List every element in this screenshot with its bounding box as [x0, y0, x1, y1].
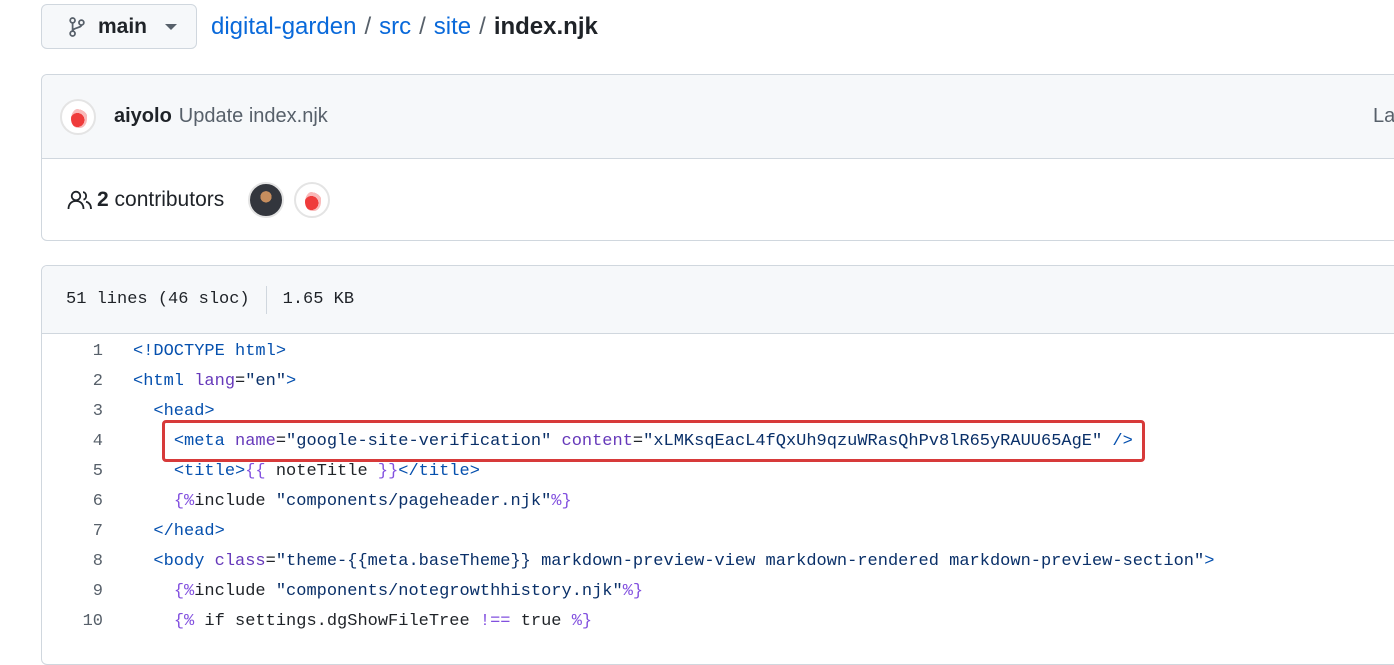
breadcrumb-separator: / [364, 12, 372, 40]
file-size: 1.65 KB [282, 290, 355, 309]
git-branch-icon [69, 16, 85, 37]
avatar[interactable] [248, 182, 285, 218]
code-text: <html lang="en"> [133, 371, 297, 391]
code-text: {%include "components/pageheader.njk"%} [173, 491, 572, 511]
chevron-down-icon [165, 23, 178, 30]
contributor-avatars [248, 182, 331, 218]
contributors-label: contributors [114, 188, 225, 211]
code-line: 1 <!DOCTYPE html> [42, 336, 1394, 366]
line-number[interactable]: 4 [42, 432, 133, 451]
commit-author-link[interactable]: aiyolo [114, 105, 172, 128]
avatar[interactable] [294, 182, 331, 218]
latest-commit-row: aiyolo Update index.njk La [42, 75, 1394, 159]
breadcrumb-separator: / [419, 12, 426, 40]
branch-select-button[interactable]: main [41, 4, 197, 49]
contributors-link[interactable]: 2 contributors [97, 188, 224, 212]
code-text: </head> [153, 521, 225, 541]
line-number[interactable]: 10 [42, 612, 133, 631]
code-line: 10 {% if settings.dgShowFileTree !== tru… [42, 606, 1394, 636]
code-text: <!DOCTYPE html> [133, 341, 287, 361]
contributors-row: 2 contributors [42, 159, 1394, 241]
file-info-header: 51 lines (46 sloc) 1.65 KB [42, 266, 1394, 334]
contributors-count: 2 [97, 188, 109, 211]
divider [265, 285, 267, 314]
breadcrumb-src-link[interactable]: src [379, 13, 411, 41]
code-text: <title>{{ noteTitle }}</title> [173, 461, 480, 481]
file-lines-info: 51 lines (46 sloc) [66, 290, 250, 309]
line-number[interactable]: 7 [42, 522, 133, 541]
breadcrumb: digital-garden / src / site / index.njk [211, 13, 598, 41]
code-line: 2 <html lang="en"> [42, 366, 1394, 396]
line-number[interactable]: 6 [42, 492, 133, 511]
code-line: 8 <body class="theme-{{meta.baseTheme}} … [42, 546, 1394, 576]
code-text: {%include "components/notegrowthhistory.… [173, 581, 644, 601]
line-number[interactable]: 5 [42, 462, 133, 481]
breadcrumb-site-link[interactable]: site [434, 13, 471, 41]
latest-commit-label: La [1373, 105, 1394, 127]
people-icon [67, 190, 92, 210]
topbar: main digital-garden / src / site / index… [41, 3, 598, 50]
highlight-annotation-box [162, 420, 1145, 462]
line-number[interactable]: 1 [42, 342, 133, 361]
breadcrumb-current-file: index.njk [493, 12, 598, 40]
breadcrumb-repo-link[interactable]: digital-garden [211, 13, 356, 41]
line-number[interactable]: 3 [42, 402, 133, 421]
code-line: 9 {%include "components/notegrowthhistor… [42, 576, 1394, 606]
line-number[interactable]: 9 [42, 582, 133, 601]
code-line: 6 {%include "components/pageheader.njk"%… [42, 486, 1394, 516]
code-text: <head> [153, 401, 215, 421]
commit-box: aiyolo Update index.njk La 2 contributor… [41, 74, 1394, 241]
commit-message-link[interactable]: Update index.njk [179, 105, 328, 128]
code-line: 7 </head> [42, 516, 1394, 546]
code-text: <body class="theme-{{meta.baseTheme}} ma… [153, 551, 1215, 571]
code-view: 1 <!DOCTYPE html> 2 <html lang="en"> 3 <head… [42, 334, 1394, 636]
line-number[interactable]: 8 [42, 552, 133, 571]
file-viewer: 51 lines (46 sloc) 1.65 KB 1 <!DOCTYPE ht… [41, 265, 1394, 665]
code-text: {% if settings.dgShowFileTree !== true %… [173, 611, 593, 631]
avatar[interactable] [60, 98, 96, 135]
breadcrumb-separator: / [479, 12, 486, 40]
branch-name: main [98, 14, 148, 38]
line-number[interactable]: 2 [42, 372, 133, 391]
